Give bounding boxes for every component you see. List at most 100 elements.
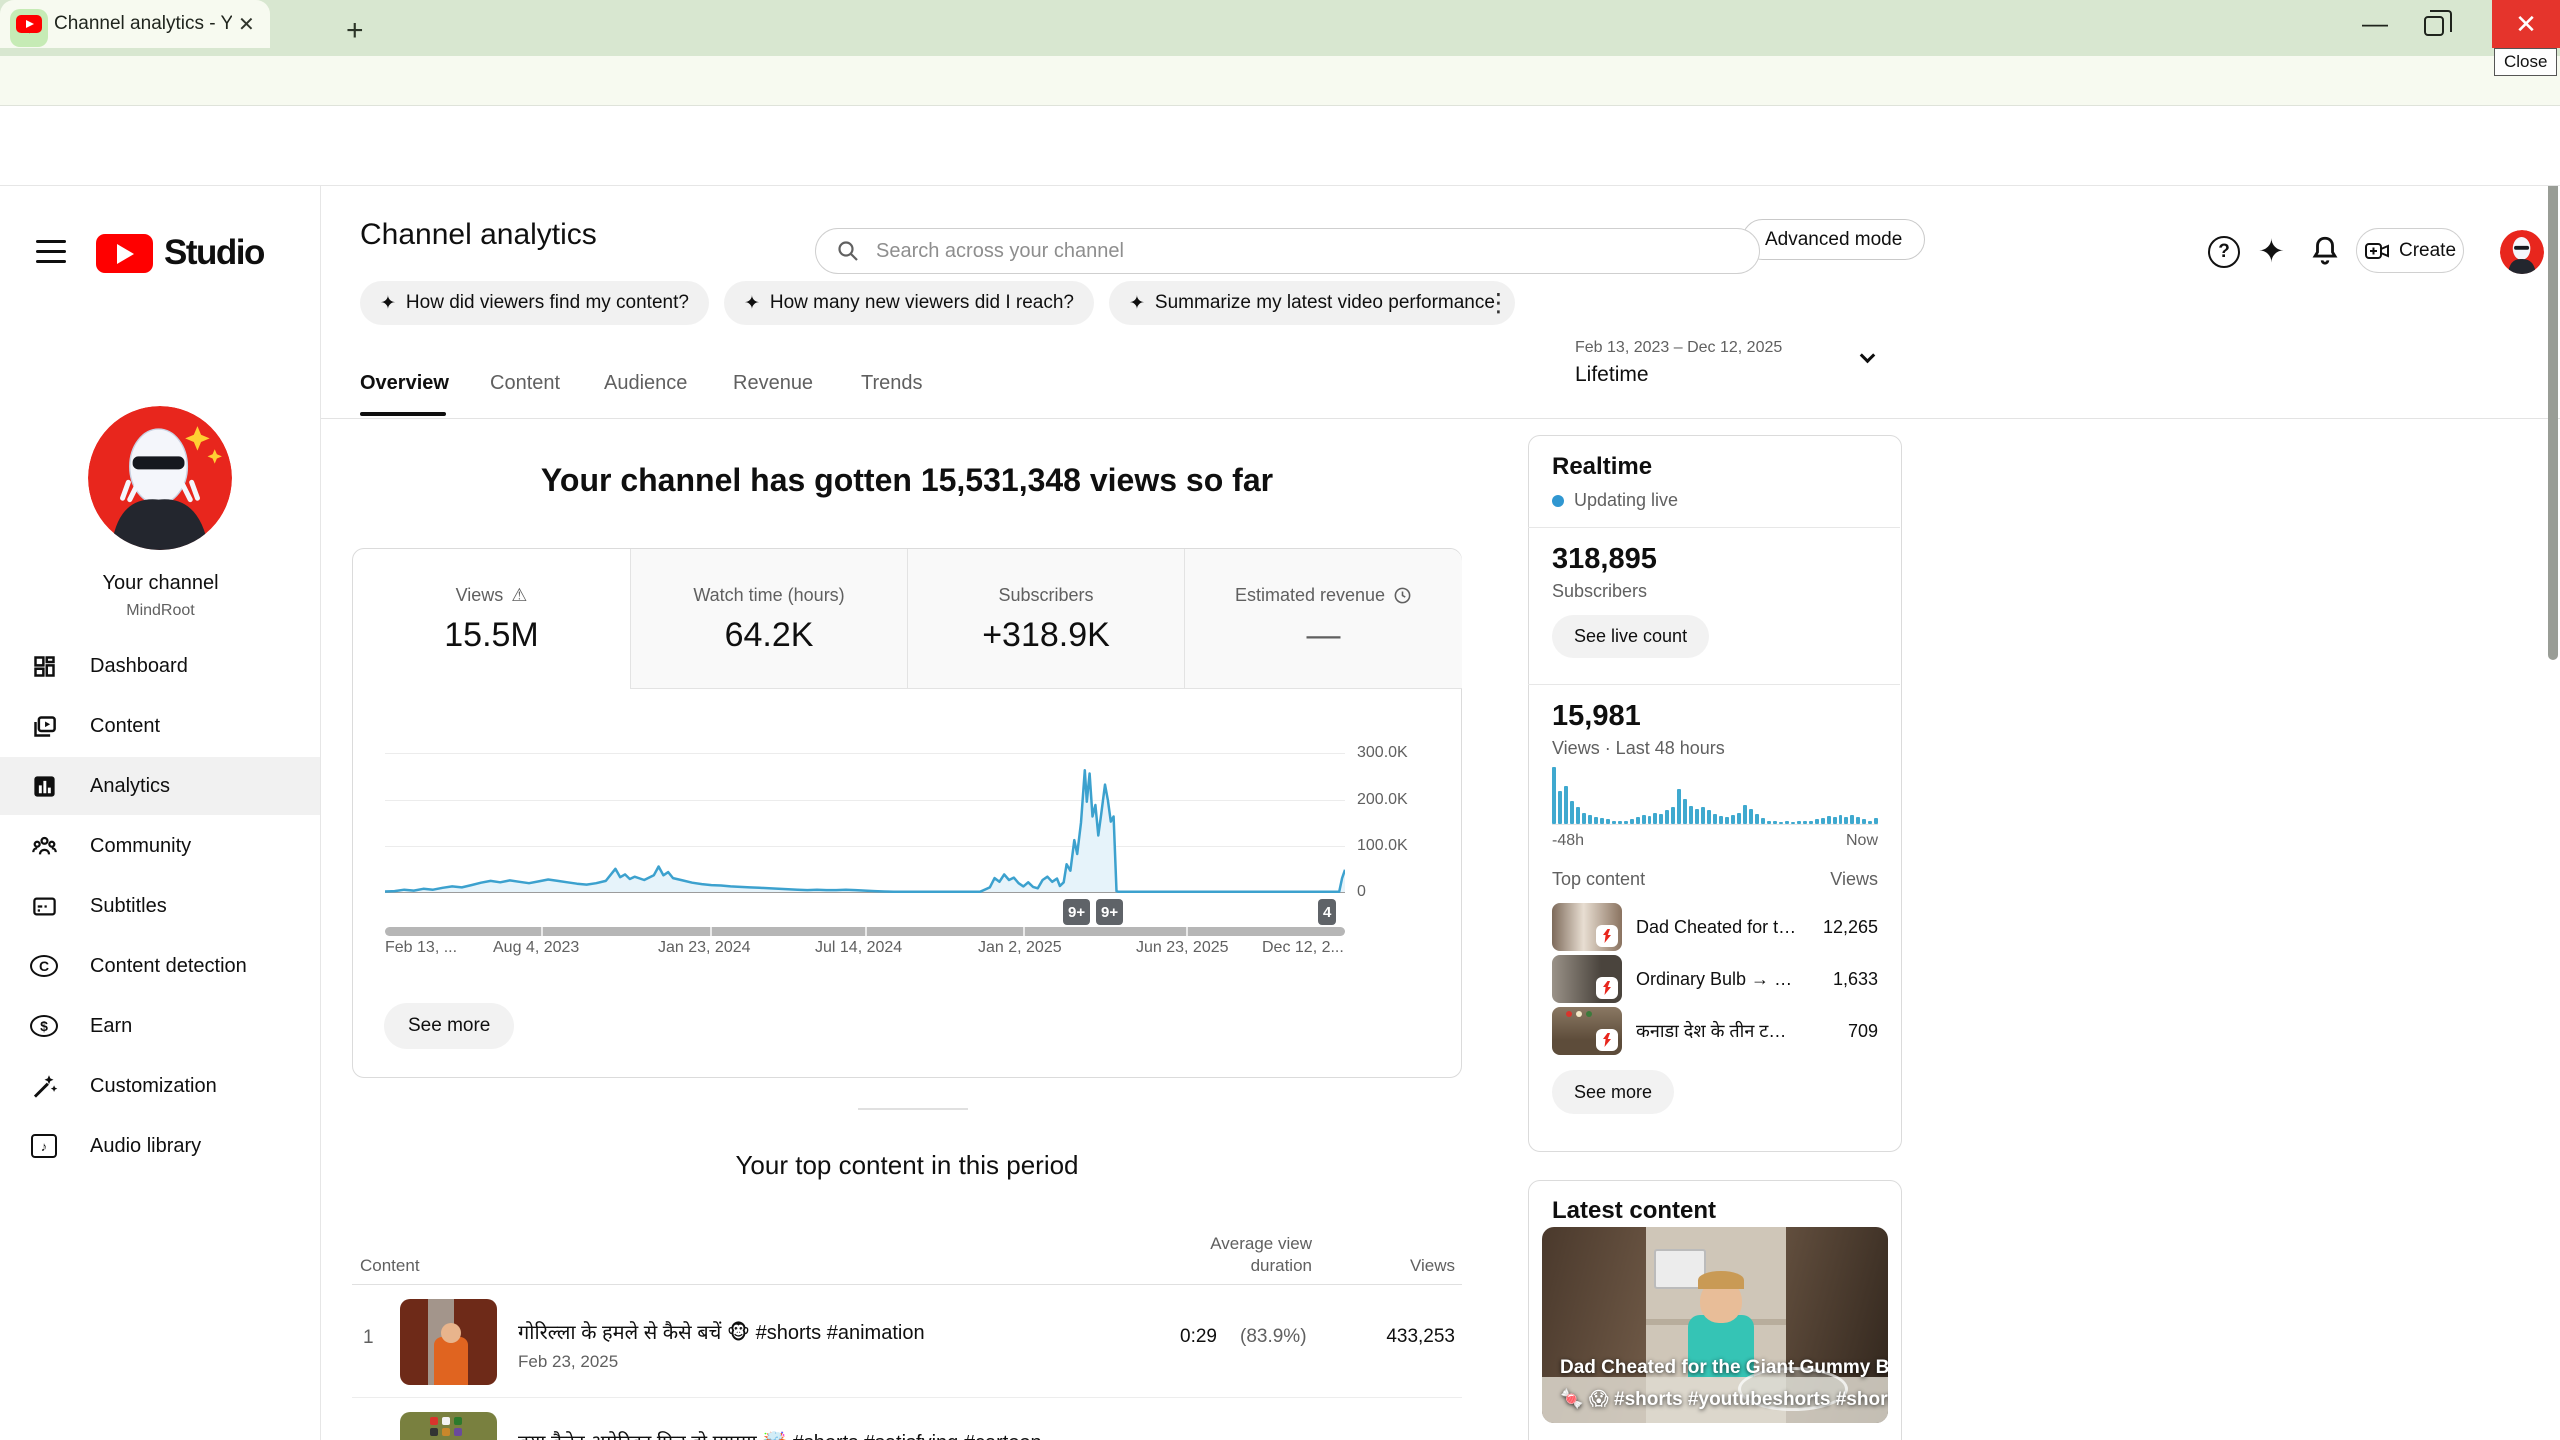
chips-overflow-menu-icon[interactable]: ⋮ <box>1486 288 1511 318</box>
page-scrollbar[interactable] <box>2548 110 2558 660</box>
tab-audience[interactable]: Audience <box>604 372 687 395</box>
metric-tab-subscribers[interactable]: Subscribers +318.9K <box>907 549 1184 689</box>
sidebar-item-label: Community <box>90 834 192 857</box>
tab-close-icon[interactable]: ✕ <box>238 12 255 37</box>
sidebar-item-analytics[interactable]: Analytics <box>0 757 320 815</box>
timeline-scrubber[interactable] <box>385 927 1345 936</box>
tab-overview[interactable]: Overview <box>360 372 449 395</box>
video-title: Dad Cheated for the Gia... <box>1636 916 1800 937</box>
youtube-favicon <box>16 15 42 33</box>
tab-trends[interactable]: Trends <box>861 372 923 395</box>
warning-icon: ⚠ <box>511 585 528 605</box>
metric-value: 64.2K <box>724 616 814 654</box>
live-dot-icon <box>1552 494 1564 507</box>
sidebar-item-subtitles[interactable]: Subtitles <box>0 877 320 935</box>
youtube-logo[interactable] <box>96 234 153 273</box>
column-header-duration: duration <box>1250 1256 1312 1275</box>
see-live-count-button[interactable]: See live count <box>1552 615 1710 658</box>
see-more-button[interactable]: See more <box>384 1003 515 1049</box>
earn-icon: $ <box>30 1012 58 1040</box>
chart-annotation-badge[interactable]: 9+ <box>1096 899 1124 925</box>
chart-annotation-badge[interactable]: 4 <box>1318 899 1337 925</box>
chevron-down-icon[interactable] <box>1859 347 1876 364</box>
help-icon[interactable]: ? <box>2208 236 2240 268</box>
section-divider <box>858 1108 968 1110</box>
sidebar-item-community[interactable]: Community <box>0 817 320 875</box>
notifications-bell-icon[interactable] <box>2308 233 2342 269</box>
window-minimize-button[interactable]: — <box>2362 8 2388 39</box>
window-restore-button[interactable] <box>2424 10 2452 36</box>
tab-content[interactable]: Content <box>490 372 560 395</box>
create-button[interactable]: Create <box>2356 228 2464 273</box>
search-placeholder: Search across your channel <box>876 239 1124 262</box>
metric-value: — <box>1306 616 1341 654</box>
sidebar-item-earn[interactable]: $ Earn <box>0 997 320 1055</box>
realtime-content-row[interactable]: Ordinary Bulb → 🌌 Gala... 1,633 <box>1552 955 1878 1003</box>
chip-label: Summarize my latest video performance <box>1154 292 1495 313</box>
x-axis-tick: Jun 23, 2025 <box>1136 939 1229 956</box>
subtitles-icon <box>30 892 58 920</box>
realtime-subscribers-value: 318,895 <box>1552 543 1657 575</box>
video-title: Ordinary Bulb → 🌌 Gala... <box>1636 968 1800 989</box>
chip-new-viewers[interactable]: ✦ How many new viewers did I reach? <box>723 281 1094 325</box>
chip-how-viewers-found[interactable]: ✦ How did viewers find my content? <box>360 281 709 325</box>
avg-view-duration: 0:29 <box>1180 1326 1217 1347</box>
analytics-icon <box>30 772 58 800</box>
x-axis-tick: Aug 4, 2023 <box>493 939 580 956</box>
see-more-button[interactable]: See more <box>1552 1070 1675 1114</box>
chart-annotation-badge[interactable]: 9+ <box>1063 899 1091 925</box>
metric-tab-estimated-revenue[interactable]: Estimated revenue — <box>1184 549 1462 689</box>
divider <box>1528 527 1900 528</box>
realtime-content-row[interactable]: कनाडा देश के तीन टमाटर बि... 709 <box>1552 1007 1878 1055</box>
sidebar-item-label: Subtitles <box>90 894 167 917</box>
sidebar-item-content[interactable]: Content <box>0 697 320 755</box>
studio-account-avatar[interactable] <box>2500 230 2544 274</box>
studio-wordmark[interactable]: Studio <box>164 233 265 273</box>
hamburger-menu-icon[interactable] <box>36 240 66 263</box>
new-tab-button[interactable]: + <box>346 14 364 48</box>
studio-sidebar: Your channel MindRoot Dashboard Content … <box>0 186 321 1440</box>
date-range-picker[interactable]: Feb 13, 2023 – Dec 12, 2025 Lifetime <box>1575 339 1835 387</box>
sidebar-item-dashboard[interactable]: Dashboard <box>0 637 320 695</box>
sidebar-item-audio-library[interactable]: ♪ Audio library <box>0 1117 320 1175</box>
sparkle-icon: ✦ <box>1129 292 1145 314</box>
video-title[interactable]: गोरिल्ला के हमले से कैसे बचें 🐵 #shorts … <box>518 1318 925 1345</box>
views-line-chart[interactable] <box>385 682 1345 894</box>
metric-tab-views[interactable]: Views ⚠ 15.5M <box>353 549 630 689</box>
video-thumbnail <box>1552 1007 1622 1055</box>
studio-header: Studio Search across your channel ? ✦ Cr… <box>0 106 2560 274</box>
metric-tab-watch-time[interactable]: Watch time (hours) 64.2K <box>630 549 907 689</box>
axis-right-label: Now <box>1845 832 1878 849</box>
copyright-icon: C <box>30 952 58 980</box>
realtime-content-row[interactable]: Dad Cheated for the Gia... 12,265 <box>1552 903 1878 951</box>
x-axis-tick: Jan 2, 2025 <box>978 939 1062 956</box>
advanced-mode-button[interactable]: Advanced mode <box>1742 219 1926 260</box>
divider <box>321 418 2560 419</box>
video-thumbnail[interactable] <box>400 1299 497 1385</box>
video-thumbnail[interactable] <box>400 1412 497 1440</box>
tab-title: Channel analytics - YouTube Stu <box>54 13 232 34</box>
browser-window: Channel analytics - YouTube Stu ✕ + — ✕ … <box>0 0 2560 1440</box>
row-rank: 1 <box>363 1327 374 1348</box>
chip-summarize-performance[interactable]: ✦ Summarize my latest video performance <box>1109 281 1515 325</box>
period-label: Lifetime <box>1575 363 1649 386</box>
realtime-bar-chart[interactable] <box>1552 765 1879 825</box>
x-axis-tick: Feb 13, ... <box>385 939 458 956</box>
studio-search-input[interactable]: Search across your channel <box>815 228 1760 274</box>
video-title[interactable]: क्या कैरेट अमेरिका फिर हो पाएगा 🤯 #short… <box>518 1428 1042 1440</box>
latest-video-hashtags: 🍬 😱 #shorts #youtubeshorts #short <box>1560 1389 1888 1410</box>
sparkle-icon: ✦ <box>380 292 396 314</box>
shorts-badge-icon <box>1596 1029 1618 1051</box>
sidebar-item-label: Analytics <box>90 774 171 797</box>
ai-sparkle-icon[interactable]: ✦ <box>2258 232 2285 270</box>
axis-left-label: -48h <box>1552 832 1585 849</box>
channel-avatar[interactable] <box>88 406 232 550</box>
sidebar-item-customization[interactable]: Customization <box>0 1057 320 1115</box>
window-close-button[interactable]: ✕ <box>2492 0 2560 48</box>
realtime-views-label: Views · Last 48 hours <box>1552 738 1725 758</box>
column-header-views: Views <box>1409 1256 1455 1275</box>
latest-video-thumbnail[interactable]: Dad Cheated for the Giant Gummy Bear! 🍬 … <box>1542 1227 1888 1423</box>
sidebar-item-content-detection[interactable]: C Content detection <box>0 937 320 995</box>
video-title: कनाडा देश के तीन टमाटर बि... <box>1636 1021 1800 1041</box>
tab-revenue[interactable]: Revenue <box>733 372 813 395</box>
